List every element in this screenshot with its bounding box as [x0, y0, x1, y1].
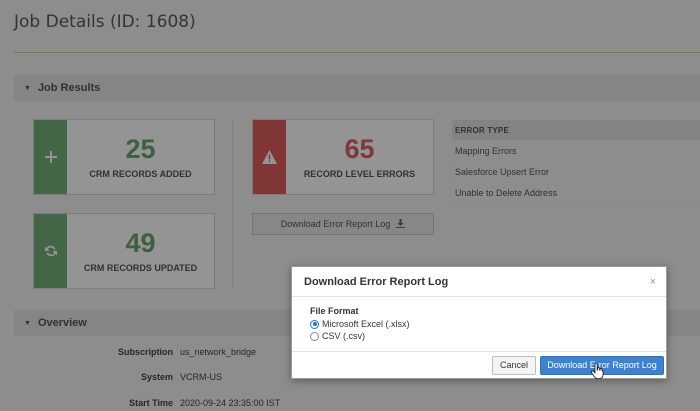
- dialog-title: Download Error Report Log: [304, 275, 449, 288]
- hand-cursor-icon: [590, 362, 604, 384]
- radio-option-label: Microsoft Excel (.xlsx): [322, 319, 410, 329]
- radio-button[interactable]: [310, 331, 319, 341]
- download-error-report-dialog: Download Error Report Log × File Format …: [291, 266, 667, 379]
- radio-option-csv[interactable]: CSV (.csv): [310, 330, 654, 342]
- radio-button-checked[interactable]: [310, 319, 319, 329]
- radio-option-xlsx[interactable]: Microsoft Excel (.xlsx): [310, 318, 654, 330]
- radio-option-label: CSV (.csv): [322, 331, 366, 341]
- close-icon[interactable]: ×: [650, 276, 656, 288]
- file-format-label: File Format: [310, 306, 359, 316]
- cancel-button[interactable]: Cancel: [491, 355, 536, 375]
